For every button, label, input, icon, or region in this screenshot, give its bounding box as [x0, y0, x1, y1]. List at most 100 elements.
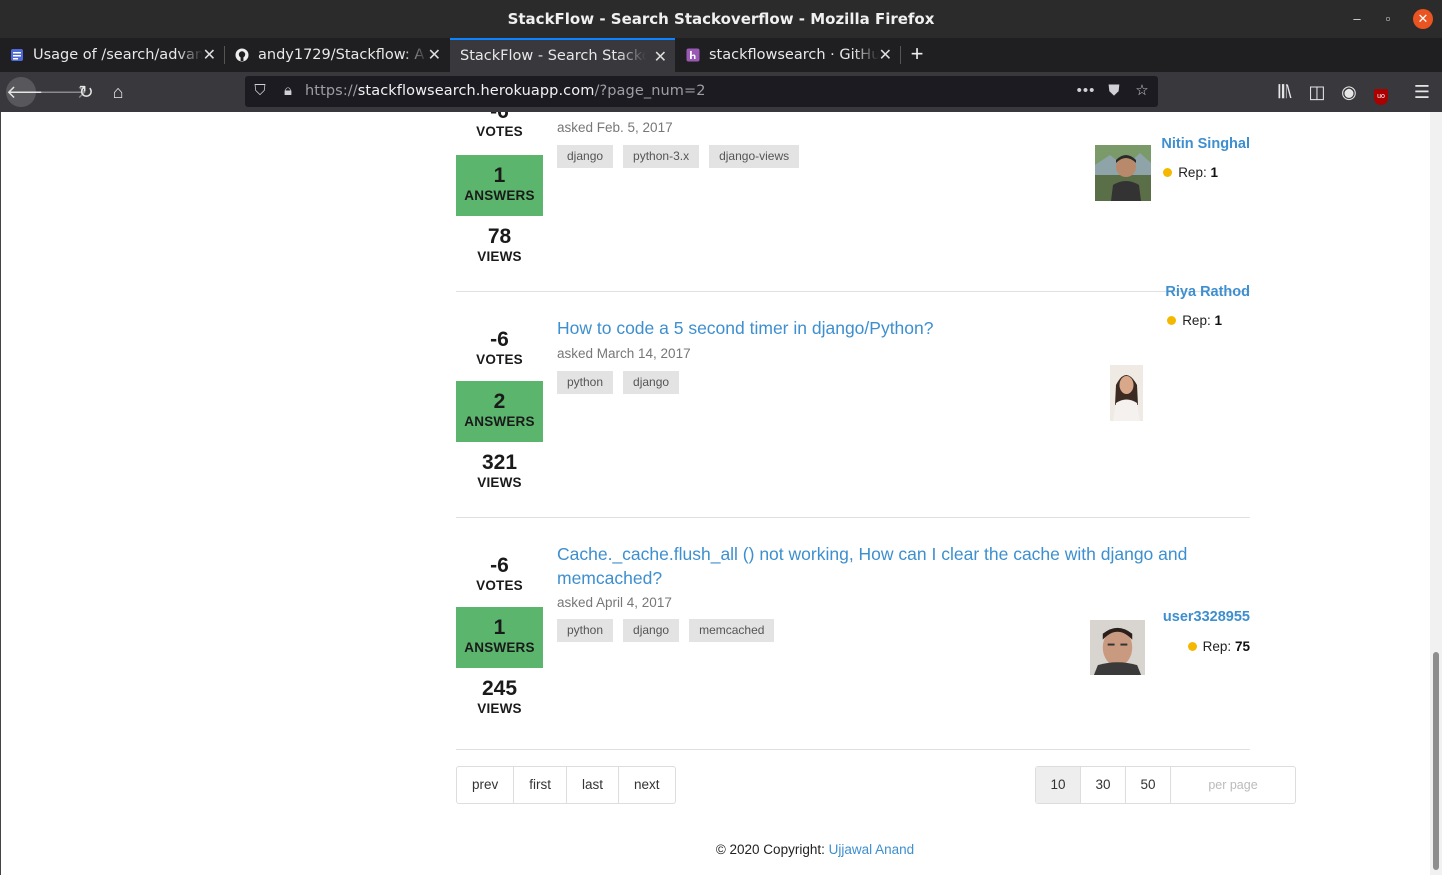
views-stat: 245 VIEWS: [456, 677, 543, 717]
answers-count: 1: [493, 164, 506, 187]
scrollbar[interactable]: [1430, 112, 1442, 875]
ublock-icon[interactable]: uo: [1366, 77, 1396, 107]
minimize-icon[interactable]: –: [1347, 9, 1367, 29]
question-divider: [456, 517, 1250, 518]
tag[interactable]: django-views: [709, 145, 800, 168]
tag[interactable]: django: [557, 145, 614, 168]
tab-bar: Usage of /search/advanced ✕ andy1729/Sta…: [0, 38, 1442, 72]
answers-label: ANSWERS: [464, 640, 535, 655]
tag[interactable]: python: [557, 371, 614, 394]
tab-github-stackflow[interactable]: andy1729/Stackflow: A clone ✕: [225, 38, 449, 72]
reload-button[interactable]: ↻: [71, 77, 101, 107]
avatar[interactable]: [1090, 620, 1145, 675]
tag[interactable]: python: [557, 619, 614, 642]
rep-label: Rep:: [1202, 639, 1232, 654]
prev-page-button[interactable]: prev: [457, 767, 515, 803]
navigation-toolbar: 🡐 🡒 ↻ ⌂ ⛉ 🔒︎ https://stackflowsearch.her…: [0, 72, 1442, 112]
avatar[interactable]: [1110, 365, 1143, 421]
tag-list: django python-3.x django-views: [557, 145, 800, 168]
views-label: VIEWS: [477, 249, 522, 264]
rep-dot-icon: [1167, 316, 1177, 325]
question-item: -6 VOTES 1 ANSWERS 78 VIEWS asked Feb. 5…: [456, 112, 1250, 270]
close-tab-icon[interactable]: ✕: [654, 47, 667, 66]
url-text[interactable]: https://stackflowsearch.herokuapp.com/?p…: [305, 83, 706, 99]
rep-value: 1: [1210, 165, 1218, 180]
rep-label: Rep:: [1182, 313, 1211, 328]
question-item: -6 VOTES 2 ANSWERS 321 VIEWS How to code…: [456, 284, 1250, 498]
close-tab-icon[interactable]: ✕: [879, 45, 892, 64]
close-tab-icon[interactable]: ✕: [203, 45, 216, 64]
per-page-10-button[interactable]: 10: [1036, 767, 1081, 803]
answers-stat: 2 ANSWERS: [456, 381, 543, 442]
close-window-icon[interactable]: ✕: [1413, 9, 1433, 29]
user-card: Nitin Singhal Rep: 1: [1090, 112, 1250, 201]
author-link[interactable]: Ujjawal Anand: [829, 842, 915, 857]
votes-count: -6: [456, 112, 543, 124]
tag-list: python django: [557, 371, 680, 394]
page-content: -6 VOTES 1 ANSWERS 78 VIEWS asked Feb. 5…: [0, 112, 1442, 875]
user-card: user3328955 Rep: 75: [1090, 542, 1250, 682]
heroku-icon: [686, 48, 700, 62]
scrollbar-thumb[interactable]: [1433, 652, 1439, 870]
asked-date: asked Feb. 5, 2017: [557, 120, 673, 135]
url-scheme: https://: [305, 83, 358, 99]
shield-icon[interactable]: ⛉: [250, 81, 270, 101]
per-page-label: per page: [1208, 778, 1258, 792]
per-page-50-button[interactable]: 50: [1126, 767, 1171, 803]
stackexchange-doc-icon: [11, 49, 23, 61]
maximize-icon[interactable]: ▫: [1378, 9, 1398, 29]
pocket-icon[interactable]: ⛊: [1104, 81, 1124, 101]
next-page-button[interactable]: next: [619, 767, 675, 803]
forward-button[interactable]: 🡒: [39, 77, 87, 107]
tag-list: python django memcached: [557, 619, 775, 642]
user-name[interactable]: Riya Rathod: [1165, 284, 1250, 300]
tab-label: Usage of /search/advanced: [33, 47, 203, 63]
user-card: Riya Rathod Rep: 1: [1090, 284, 1250, 438]
tab-usage-search[interactable]: Usage of /search/advanced ✕: [0, 38, 224, 72]
rep-dot-icon: [1163, 168, 1173, 177]
first-page-button[interactable]: first: [514, 767, 568, 803]
votes-count: -6: [490, 328, 509, 351]
question-item: -6 VOTES 1 ANSWERS 245 VIEWS Cache._cach…: [456, 542, 1250, 742]
tag[interactable]: django: [623, 371, 680, 394]
url-host: stackflowsearch.herokuapp.com: [357, 83, 595, 99]
back-button[interactable]: 🡐: [6, 77, 54, 107]
tab-stackflow-active[interactable]: StackFlow - Search Stackoverflow ✕: [450, 38, 675, 72]
close-tab-icon[interactable]: ✕: [428, 45, 441, 64]
tab-label: stackflowsearch · GitHub: [709, 47, 879, 63]
tag[interactable]: python-3.x: [623, 145, 700, 168]
library-icon[interactable]: 𝄃𝄃\: [1270, 77, 1300, 107]
per-page-30-button[interactable]: 30: [1081, 767, 1126, 803]
pagination-divider: [456, 749, 1250, 750]
tab-github-stackflowsearch[interactable]: stackflowsearch · GitHub ✕: [676, 38, 900, 72]
page-actions-icon[interactable]: •••: [1076, 81, 1096, 101]
rep-label: Rep:: [1178, 165, 1207, 180]
menu-icon[interactable]: ☰: [1407, 77, 1437, 107]
window-title: StackFlow - Search Stackoverflow - Mozil…: [507, 10, 935, 28]
views-count: 245: [481, 677, 518, 700]
question-divider: [456, 291, 1250, 292]
pagination: prev first last next: [456, 766, 676, 804]
avatar[interactable]: [1095, 145, 1151, 201]
views-count: 321: [481, 451, 518, 474]
answers-stat: 1 ANSWERS: [456, 155, 543, 216]
lock-icon[interactable]: 🔒︎: [278, 81, 298, 101]
tag[interactable]: django: [623, 619, 680, 642]
tab-label: StackFlow - Search Stackoverflow: [460, 48, 646, 64]
user-reputation: Rep: 1: [1167, 313, 1222, 328]
home-button[interactable]: ⌂: [103, 77, 133, 107]
tag[interactable]: memcached: [689, 619, 775, 642]
url-bar[interactable]: ⛉ 🔒︎ https://stackflowsearch.herokuapp.c…: [245, 76, 1158, 107]
account-icon[interactable]: ◉: [1334, 77, 1364, 107]
bookmark-star-icon[interactable]: ☆: [1132, 81, 1152, 101]
votes-label: VOTES: [476, 352, 523, 367]
window-titlebar: StackFlow - Search Stackoverflow - Mozil…: [0, 0, 1442, 38]
url-path: /?page_num=2: [594, 83, 706, 99]
copyright-text: © 2020 Copyright:: [715, 842, 825, 857]
rep-value: 1: [1214, 313, 1222, 328]
new-tab-button[interactable]: +: [906, 40, 928, 70]
sidebar-icon[interactable]: ◫: [1302, 77, 1332, 107]
user-name[interactable]: user3328955: [1163, 609, 1250, 625]
user-name[interactable]: Nitin Singhal: [1161, 136, 1250, 152]
last-page-button[interactable]: last: [567, 767, 620, 803]
